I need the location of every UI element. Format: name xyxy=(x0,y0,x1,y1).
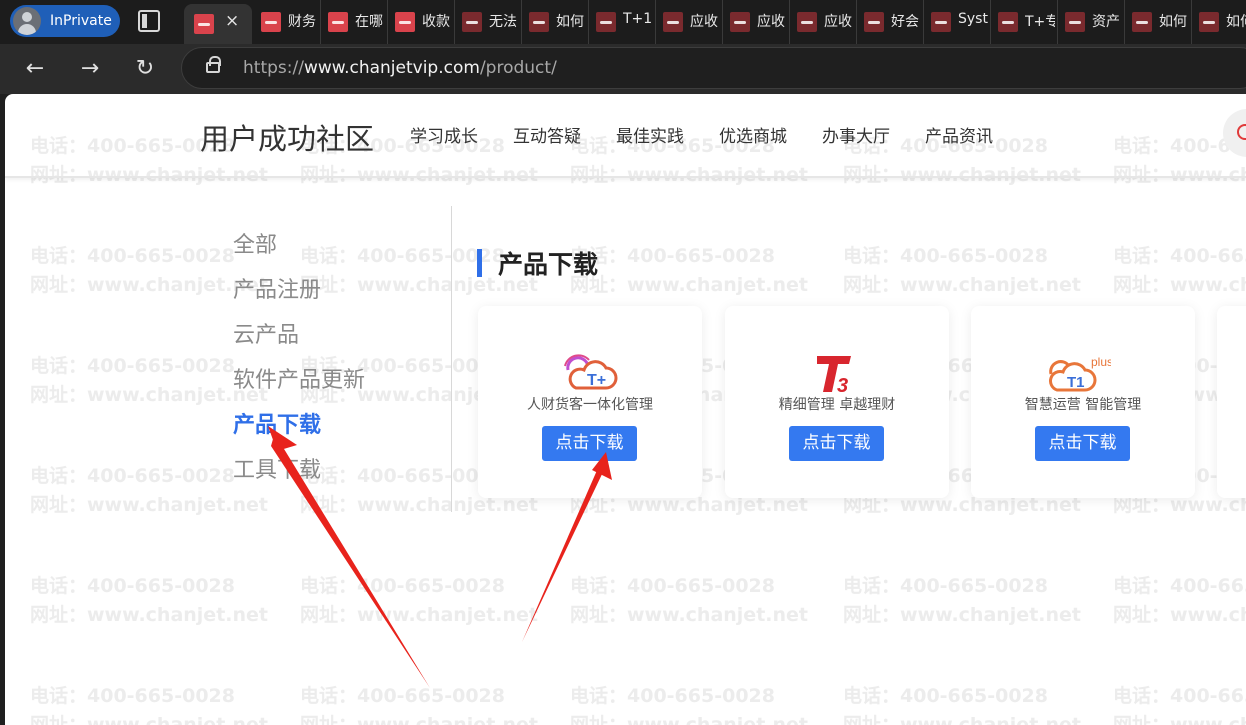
annotation-arrow-download xyxy=(522,457,604,642)
annotation-arrows xyxy=(268,426,612,688)
annotation-arrow-sidebar xyxy=(271,432,430,688)
